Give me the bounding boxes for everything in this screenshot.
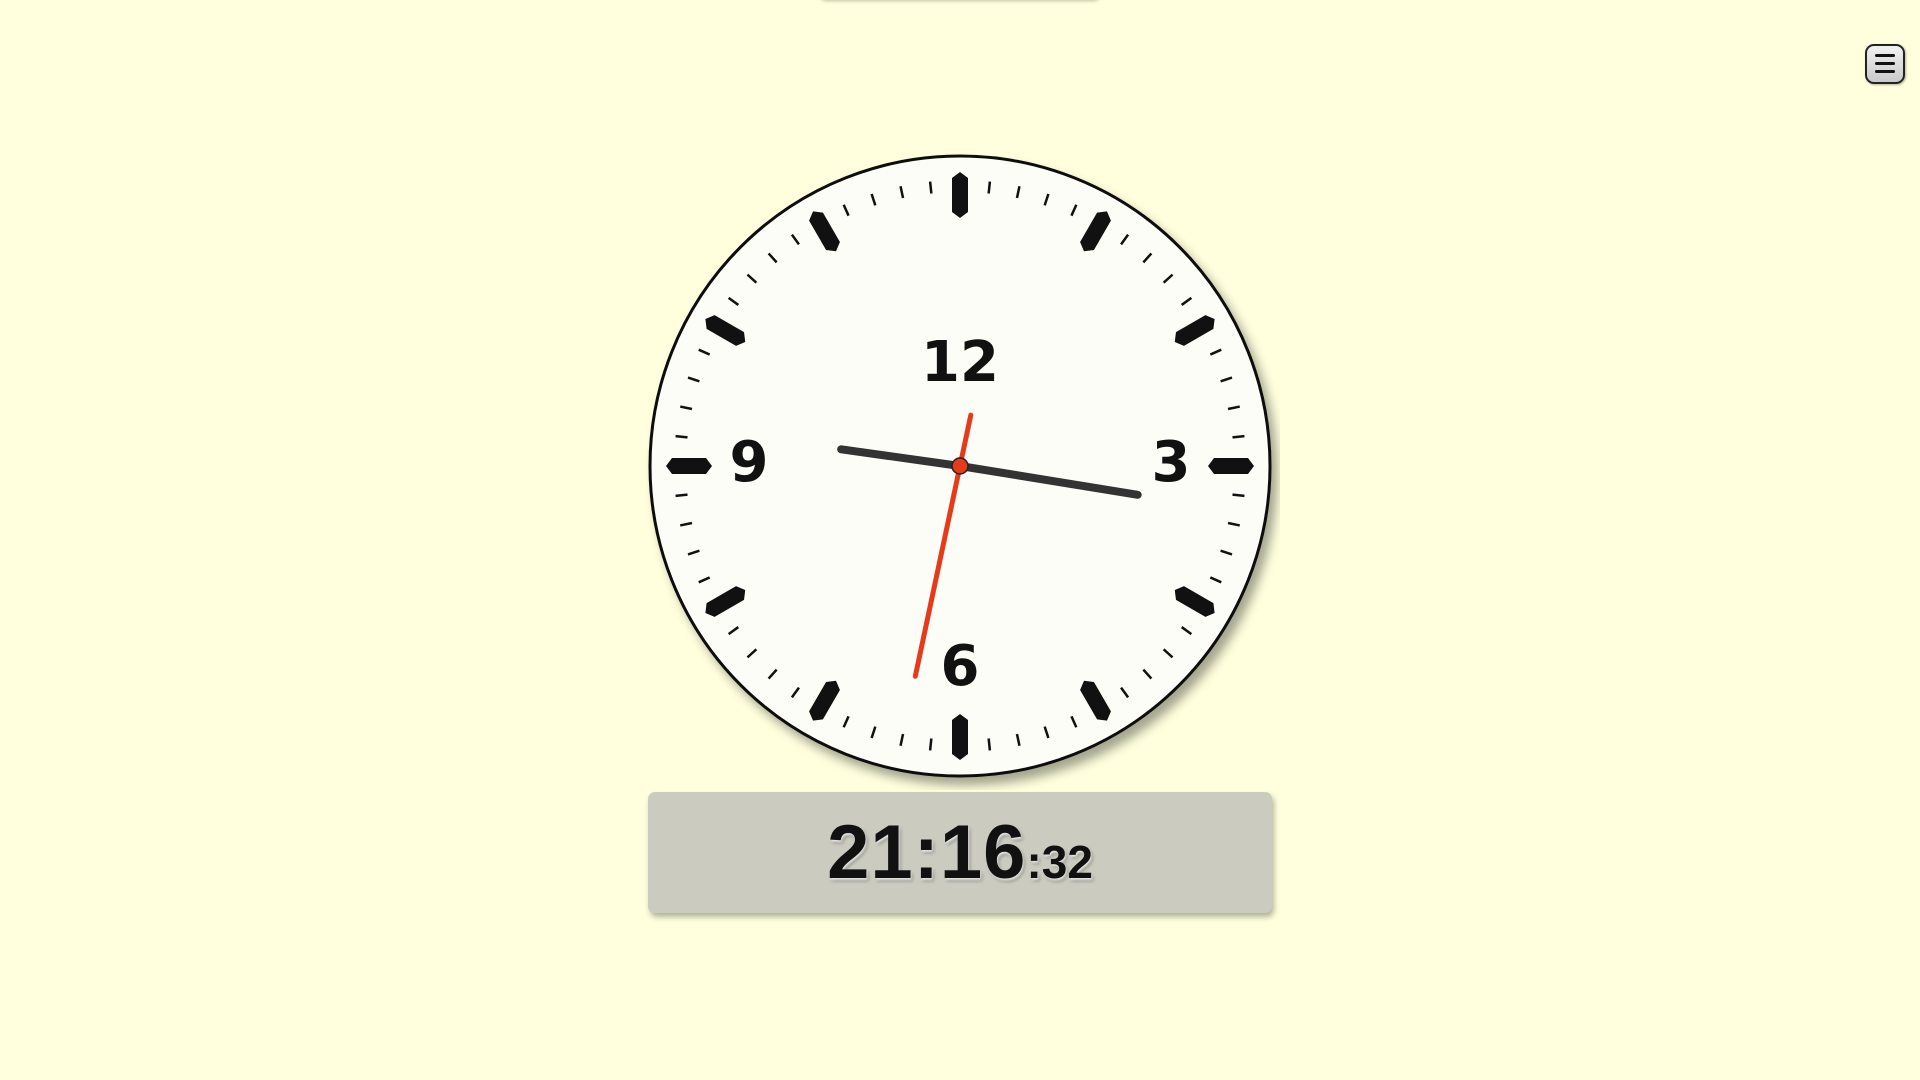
menu-button[interactable] — [1865, 44, 1905, 84]
minute-mark — [1232, 493, 1245, 498]
minute-mark — [928, 738, 933, 751]
digital-time-display: 21:16:32 — [648, 792, 1272, 913]
numeral-6: 6 — [941, 634, 980, 699]
minute-mark — [1232, 434, 1245, 439]
analog-clock: 12 3 6 9 — [648, 154, 1272, 778]
hour-mark — [666, 458, 712, 474]
hour-mark — [952, 714, 968, 760]
numeral-12: 12 — [921, 330, 999, 395]
minute-mark — [675, 434, 688, 439]
digital-seconds: :32 — [1026, 836, 1093, 888]
hour-mark — [952, 172, 968, 218]
digital-hours-minutes: 21:16 — [827, 810, 1027, 895]
numeral-9: 9 — [730, 430, 769, 495]
minute-mark — [987, 181, 992, 194]
minute-mark — [675, 493, 688, 498]
hour-mark — [1208, 458, 1254, 474]
minute-mark — [987, 738, 992, 751]
minute-mark — [928, 181, 933, 194]
center-pin — [951, 457, 969, 475]
numeral-3: 3 — [1152, 430, 1191, 495]
